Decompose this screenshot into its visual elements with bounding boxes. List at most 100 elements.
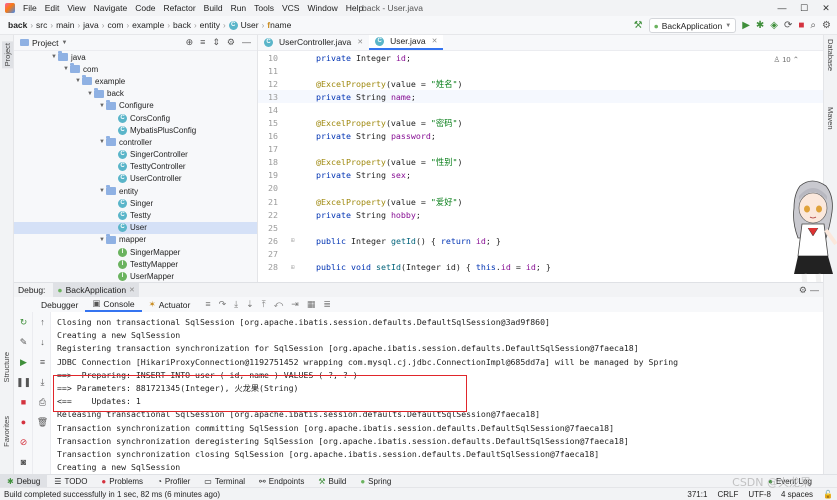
- locate-icon[interactable]: ⊕: [186, 37, 194, 48]
- line-number[interactable]: 19: [258, 170, 284, 180]
- tree-item[interactable]: I UserMapper: [14, 270, 257, 282]
- breadcrumb-item[interactable]: C User: [227, 20, 261, 30]
- fold-icon[interactable]: ⊞: [291, 264, 295, 271]
- down-arrow-icon[interactable]: ↓: [33, 332, 52, 352]
- tool-problems[interactable]: ● Problems: [94, 475, 150, 488]
- breadcrumb-item[interactable]: com: [105, 20, 125, 30]
- tree-item[interactable]: I SingerMapper: [14, 246, 257, 258]
- console-line[interactable]: Transaction synchronization deregisterin…: [51, 435, 823, 448]
- editor-tab[interactable]: C UserController.java ✕: [258, 35, 369, 50]
- line-number[interactable]: 10: [258, 53, 284, 63]
- chevron-down-icon[interactable]: ▼: [86, 91, 94, 97]
- tree-item[interactable]: ▼ java: [14, 51, 257, 63]
- caret-position[interactable]: 371:1: [687, 490, 707, 499]
- hammer-icon[interactable]: ⚒: [634, 20, 643, 31]
- expand-all-icon[interactable]: ⇕: [212, 37, 220, 48]
- run-config-select[interactable]: ● BackApplication ▼: [648, 18, 737, 33]
- chevron-down-icon[interactable]: ▼: [98, 188, 106, 194]
- project-tool-tab[interactable]: Project: [2, 41, 13, 69]
- breadcrumb-item[interactable]: back: [171, 20, 193, 30]
- code-line[interactable]: 14: [258, 103, 823, 116]
- line-number[interactable]: 16: [258, 131, 284, 141]
- breadcrumb-item[interactable]: src: [34, 20, 49, 30]
- code-line[interactable]: 26 public Integer getId() { return id; } ⊞: [258, 234, 823, 247]
- code-line[interactable]: 27: [258, 247, 823, 260]
- tool-terminal[interactable]: ▭ Terminal: [197, 475, 252, 488]
- console-line[interactable]: Releasing transactional SqlSession [org.…: [51, 408, 823, 421]
- chevron-down-icon[interactable]: ▼: [50, 54, 58, 60]
- mute-breakpoints-icon[interactable]: ⊘: [14, 432, 33, 452]
- tool-todo[interactable]: ☰ TODO: [47, 475, 94, 488]
- tree-item[interactable]: ▼ Configure: [14, 99, 257, 112]
- tree-item[interactable]: C UserController: [14, 173, 257, 185]
- hide-icon[interactable]: —: [810, 285, 819, 295]
- code-area[interactable]: 10 private Integer id; 11 12 @ExcelProperty(…: [258, 51, 823, 274]
- menu-build[interactable]: Build: [200, 0, 227, 16]
- line-number[interactable]: 12: [258, 79, 284, 89]
- chevron-down-icon[interactable]: ▼: [74, 78, 82, 84]
- stop-icon[interactable]: ■: [798, 20, 804, 31]
- structure-tool-tab[interactable]: Structure: [2, 352, 11, 382]
- code-line[interactable]: 22 private String hobby;: [258, 208, 823, 221]
- code-line[interactable]: 12 @ExcelProperty(value = "姓名"): [258, 77, 823, 90]
- run-to-cursor-icon[interactable]: ⇥: [291, 299, 299, 310]
- menu-tools[interactable]: Tools: [250, 0, 278, 16]
- rerun-icon[interactable]: ↻: [14, 312, 33, 332]
- tree-item[interactable]: C Singer: [14, 197, 257, 209]
- tree-item[interactable]: C SingerController: [14, 149, 257, 161]
- menu-file[interactable]: File: [19, 0, 41, 16]
- minimize-icon[interactable]: —: [771, 0, 793, 16]
- soft-wrap-icon[interactable]: ≡: [33, 352, 52, 372]
- editor-tab[interactable]: C User.java ✕: [369, 35, 444, 50]
- evaluate-icon[interactable]: ▦: [307, 299, 316, 310]
- tool-debug[interactable]: ✱ Debug: [0, 474, 48, 488]
- line-number[interactable]: 13: [258, 92, 284, 102]
- favorites-tool-tab[interactable]: Favorites: [2, 416, 11, 447]
- tab-debugger[interactable]: Debugger: [34, 297, 85, 312]
- chevron-down-icon[interactable]: ▼: [62, 66, 70, 72]
- resume-icon[interactable]: ▶: [14, 352, 33, 372]
- scroll-end-icon[interactable]: ⤓: [33, 372, 52, 392]
- debug-session-tab[interactable]: ● BackApplication ✕: [53, 283, 139, 297]
- code-line[interactable]: 17: [258, 143, 823, 156]
- view-breakpoints-icon[interactable]: ●: [14, 412, 33, 432]
- console-line[interactable]: Creating a new SqlSession: [51, 461, 823, 474]
- menu-window[interactable]: Window: [303, 0, 341, 16]
- console-line[interactable]: ==> Preparing: INSERT INTO user ( id, na…: [51, 369, 823, 382]
- usages-hint[interactable]: ♙ 10 ⌃: [773, 55, 799, 64]
- tree-item[interactable]: C User: [14, 221, 257, 234]
- console-line[interactable]: Closing non transactional SqlSession [or…: [51, 316, 823, 329]
- breadcrumb-item[interactable]: entity: [198, 20, 222, 30]
- console-line[interactable]: ==> Parameters: 881721345(Integer), 火龙果(…: [51, 382, 823, 395]
- hide-icon[interactable]: —: [242, 37, 251, 48]
- menu-edit[interactable]: Edit: [41, 0, 64, 16]
- gear-icon[interactable]: ⚙: [227, 37, 235, 48]
- drop-frame-icon[interactable]: ⤺: [274, 299, 284, 310]
- line-number[interactable]: 27: [258, 249, 284, 259]
- chevron-down-icon[interactable]: ▼: [98, 103, 106, 109]
- close-icon[interactable]: ✕: [815, 0, 837, 16]
- search-icon[interactable]: ⌕: [810, 20, 816, 31]
- run-icon[interactable]: ▶: [742, 20, 750, 31]
- tree-item[interactable]: C CorsConfig: [14, 112, 257, 124]
- tree-item[interactable]: ▼ controller: [14, 136, 257, 148]
- force-step-into-icon[interactable]: ⇣: [246, 299, 254, 310]
- code-line[interactable]: 25: [258, 221, 823, 234]
- fold-icon[interactable]: ⊞: [291, 237, 295, 244]
- line-separator[interactable]: CRLF: [717, 490, 738, 499]
- line-number[interactable]: 15: [258, 118, 284, 128]
- gear-icon[interactable]: ⚙: [799, 285, 807, 296]
- menu-code[interactable]: Code: [131, 0, 159, 16]
- trash-icon[interactable]: 🗑: [33, 412, 52, 432]
- maven-tool-tab[interactable]: Maven: [826, 107, 835, 130]
- tree-item[interactable]: ▼ entity: [14, 185, 257, 197]
- code-line[interactable]: 15 @ExcelProperty(value = "密码"): [258, 116, 823, 129]
- line-number[interactable]: 18: [258, 157, 284, 167]
- chevron-down-icon[interactable]: ▼: [98, 139, 106, 145]
- menu-view[interactable]: View: [63, 0, 89, 16]
- modify-run-icon[interactable]: ✎: [14, 332, 33, 352]
- line-number[interactable]: 17: [258, 144, 284, 154]
- breadcrumb-item[interactable]: main: [54, 20, 76, 30]
- console-output[interactable]: Closing non transactional SqlSession [or…: [51, 312, 823, 474]
- profile-icon[interactable]: ⟳: [784, 20, 792, 31]
